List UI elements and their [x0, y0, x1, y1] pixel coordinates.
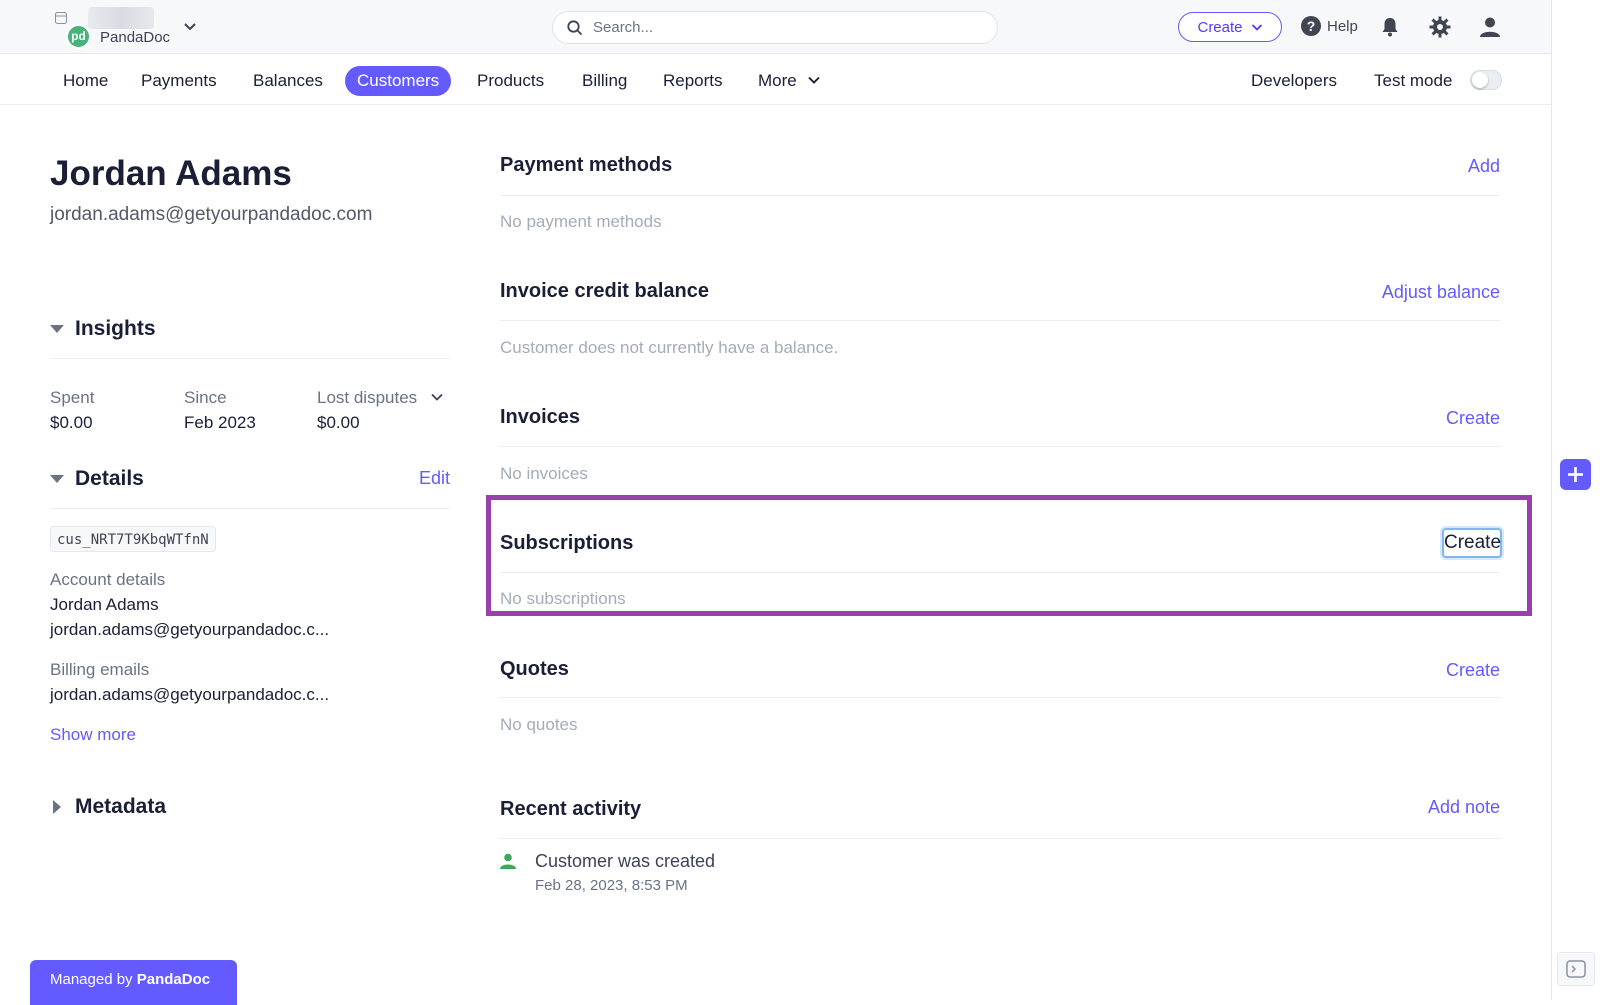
- invoices-title: Invoices: [500, 406, 581, 428]
- edit-details-link[interactable]: Edit: [419, 468, 450, 489]
- details-title: Details: [75, 467, 144, 490]
- managed-by-brand: PandaDoc: [136, 971, 211, 988]
- account-switcher[interactable]: pd PandaDoc: [55, 7, 205, 49]
- divider: [500, 320, 1500, 321]
- spent-value: $0.00: [50, 413, 93, 432]
- divider: [500, 697, 1500, 698]
- triangle-right-icon: [53, 800, 61, 814]
- nav-balances[interactable]: Balances: [241, 66, 335, 96]
- nav-customers[interactable]: Customers: [345, 66, 452, 96]
- test-mode-toggle[interactable]: [1470, 70, 1502, 90]
- divider: [500, 838, 1500, 839]
- search-icon: [567, 20, 583, 36]
- divider: [50, 508, 450, 509]
- pandadoc-logo-icon: pd: [66, 24, 91, 49]
- create-menu-label: Create: [1197, 18, 1243, 36]
- adjust-balance-link[interactable]: Adjust balance: [1382, 282, 1500, 303]
- help-label: Help: [1327, 17, 1358, 35]
- customer-id[interactable]: cus_NRT7T9KbqWTfnN: [50, 526, 216, 552]
- person-icon: [500, 853, 516, 869]
- customer-name: Jordan Adams: [50, 154, 292, 193]
- account-name: Jordan Adams: [50, 595, 159, 614]
- create-invoice-link[interactable]: Create: [1446, 408, 1500, 429]
- console-icon[interactable]: [1557, 952, 1595, 986]
- chevron-down-icon[interactable]: [183, 19, 197, 33]
- nav-home[interactable]: Home: [51, 66, 120, 96]
- payment-methods-empty: No payment methods: [500, 212, 662, 231]
- divider: [500, 572, 1500, 573]
- activity-timestamp: Feb 28, 2023, 8:53 PM: [535, 877, 688, 894]
- create-subscription-button[interactable]: Create: [1442, 528, 1502, 558]
- terminal-glyph: [1566, 960, 1586, 978]
- bell-icon[interactable]: [1378, 15, 1402, 39]
- top-bar: pd PandaDoc Create ? Help: [0, 0, 1551, 54]
- subscriptions-title: Subscriptions: [500, 532, 634, 554]
- chevron-down-icon: [431, 393, 443, 401]
- svg-text:?: ?: [1307, 18, 1316, 34]
- user-icon[interactable]: [1478, 15, 1502, 39]
- divider: [500, 195, 1500, 196]
- right-rail: [1551, 0, 1600, 1000]
- billing-emails-label: Billing emails: [50, 660, 150, 679]
- activity-event: Customer was created: [535, 851, 716, 871]
- credit-balance-empty: Customer does not currently have a balan…: [500, 338, 839, 357]
- gear-icon[interactable]: [1428, 15, 1452, 39]
- nav-more-label: More: [758, 71, 797, 90]
- nav-more[interactable]: More: [746, 66, 833, 96]
- nav-developers[interactable]: Developers: [1251, 66, 1337, 96]
- nav-products[interactable]: Products: [465, 66, 556, 96]
- account-email: jordan.adams@getyourpandadoc.c...: [50, 620, 330, 639]
- chevron-down-icon: [808, 76, 821, 84]
- insights-header[interactable]: Insights: [50, 315, 450, 345]
- quotes-empty: No quotes: [500, 715, 578, 734]
- nav-payments[interactable]: Payments: [129, 66, 229, 96]
- metadata-header[interactable]: Metadata: [50, 793, 450, 823]
- triangle-down-icon: [50, 325, 64, 333]
- billing-email: jordan.adams@getyourpandadoc.c...: [50, 685, 330, 704]
- search-input[interactable]: [593, 12, 983, 43]
- org-name: PandaDoc: [100, 29, 171, 46]
- lost-disputes-label: Lost disputes: [317, 388, 418, 407]
- payment-methods-title: Payment methods: [500, 154, 673, 176]
- divider: [500, 446, 1500, 447]
- create-quote-link[interactable]: Create: [1446, 660, 1500, 681]
- insights-title: Insights: [75, 317, 156, 340]
- metadata-title: Metadata: [75, 795, 167, 818]
- add-note-link[interactable]: Add note: [1428, 797, 1500, 818]
- details-header[interactable]: Details Edit: [50, 465, 450, 495]
- since-value: Feb 2023: [184, 413, 256, 432]
- lost-disputes-value: $0.00: [317, 413, 360, 432]
- chevron-down-icon: [1251, 24, 1262, 31]
- invoices-empty: No invoices: [500, 464, 588, 483]
- main-nav: Home Payments Balances Customers Product…: [0, 55, 1551, 105]
- subscriptions-highlight: [486, 495, 1532, 616]
- create-menu-button[interactable]: Create: [1178, 12, 1282, 42]
- plus-icon[interactable]: [1560, 459, 1591, 490]
- nav-reports[interactable]: Reports: [651, 66, 735, 96]
- managed-by-banner: Managed by PandaDoc: [30, 960, 237, 1005]
- add-payment-method-link[interactable]: Add: [1468, 156, 1500, 177]
- subscriptions-empty: No subscriptions: [500, 589, 626, 608]
- triangle-down-icon: [50, 475, 64, 483]
- customer-email: jordan.adams@getyourpandadoc.com: [50, 204, 373, 225]
- account-name-redacted: [88, 7, 154, 29]
- recent-activity-title: Recent activity: [500, 798, 642, 820]
- credit-balance-title: Invoice credit balance: [500, 280, 709, 302]
- account-details-label: Account details: [50, 570, 166, 589]
- since-label: Since: [184, 388, 227, 407]
- test-mode-label: Test mode: [1374, 71, 1453, 90]
- plus-glyph: [1568, 467, 1583, 482]
- window-icon: [55, 12, 67, 24]
- quotes-title: Quotes: [500, 658, 569, 680]
- search-box[interactable]: [552, 11, 998, 44]
- spent-label: Spent: [50, 388, 95, 407]
- toggle-knob: [1472, 72, 1488, 88]
- lost-disputes-dropdown[interactable]: Lost disputes: [317, 388, 444, 408]
- help-icon: ?: [1301, 16, 1321, 36]
- managed-by-prefix: Managed by: [50, 971, 137, 988]
- nav-billing[interactable]: Billing: [570, 66, 639, 96]
- show-more-link[interactable]: Show more: [50, 725, 136, 745]
- divider: [50, 358, 450, 359]
- help-button[interactable]: ? Help: [1301, 16, 1358, 36]
